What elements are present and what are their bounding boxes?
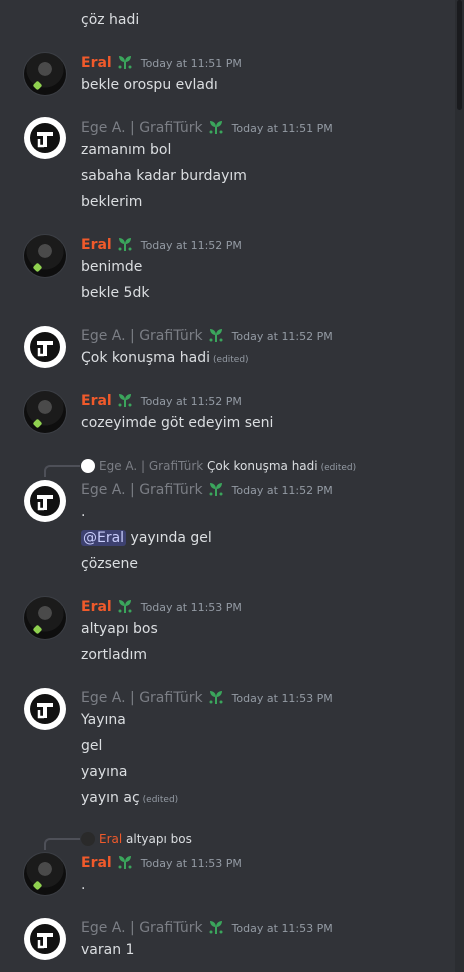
- grafiturk-logo-icon: [30, 332, 60, 362]
- username-ege[interactable]: Ege A. | GrafiTürk: [81, 120, 203, 136]
- grafiturk-logo-icon: [30, 694, 60, 724]
- timestamp: Today at 11:52 PM: [231, 330, 333, 343]
- grafiturk-logo-icon: [30, 924, 60, 954]
- avatar-ege[interactable]: [24, 480, 66, 522]
- edited-label: (edited): [213, 355, 249, 365]
- message-text: bekle orospu evladı: [81, 77, 218, 93]
- sprout-badge-icon[interactable]: [207, 919, 225, 935]
- username-eral[interactable]: Eral: [81, 855, 112, 871]
- timestamp: Today at 11:53 PM: [231, 922, 333, 935]
- timestamp: Today at 11:53 PM: [140, 601, 242, 614]
- sprout-badge-icon[interactable]: [207, 119, 225, 135]
- message-text: Yayına: [81, 712, 126, 728]
- avatar-ege[interactable]: [24, 117, 66, 159]
- message-text: yayında gel: [126, 530, 212, 546]
- message-text: cozeyimde göt edeyim seni: [81, 415, 274, 431]
- sprout-badge-icon[interactable]: [207, 327, 225, 343]
- message-text: çöz hadi: [81, 12, 140, 28]
- timestamp: Today at 11:52 PM: [140, 395, 242, 408]
- reply-connector: [44, 838, 80, 850]
- username-eral[interactable]: Eral: [81, 599, 112, 615]
- reply-username[interactable]: Ege A. | GrafiTürk: [99, 459, 203, 473]
- message-text: .: [81, 504, 86, 520]
- message-text: Çok konuşma hadi: [81, 350, 211, 366]
- chat-messages: çöz hadi Eral Today at 11:51 PM bekle oro…: [0, 0, 464, 972]
- message-text: benimde: [81, 259, 143, 275]
- message-header: Eral Today at 11:53 PM: [81, 854, 242, 873]
- message-line: yayın aç (edited): [81, 789, 178, 809]
- reply-text[interactable]: Çok konuşma hadi: [207, 459, 318, 473]
- avatar-eral[interactable]: [24, 53, 66, 95]
- reply-preview[interactable]: Eral altyapı bos: [81, 831, 192, 847]
- grafiturk-logo-icon: [30, 123, 60, 153]
- timestamp: Today at 11:51 PM: [140, 57, 242, 70]
- reply-text[interactable]: altyapı bos: [126, 832, 192, 846]
- edited-label: (edited): [142, 795, 179, 805]
- reply-avatar: [81, 832, 95, 846]
- avatar-ege[interactable]: [24, 918, 66, 960]
- reply-preview[interactable]: Ege A. | GrafiTürk Çok konuşma hadi (edit…: [81, 458, 356, 476]
- sprout-badge-icon[interactable]: [116, 598, 134, 614]
- avatar-eral[interactable]: [24, 391, 66, 433]
- avatar-ege[interactable]: [24, 688, 66, 730]
- grafiturk-logo-icon: [30, 486, 60, 516]
- message-line: @Eral yayında gel: [81, 529, 212, 547]
- username-eral[interactable]: Eral: [81, 237, 112, 253]
- message-header: Eral Today at 11:52 PM: [81, 236, 242, 255]
- message-text: zamanım bol: [81, 142, 172, 158]
- timestamp: Today at 11:53 PM: [140, 857, 242, 870]
- username-ege[interactable]: Ege A. | GrafiTürk: [81, 482, 203, 498]
- sprout-badge-icon[interactable]: [116, 236, 134, 252]
- message-header: Ege A. | GrafiTürk Today at 11:53 PM: [81, 689, 333, 708]
- reply-username[interactable]: Eral: [99, 832, 122, 846]
- sprout-badge-icon[interactable]: [116, 54, 134, 70]
- message-header: Ege A. | GrafiTürk Today at 11:52 PM: [81, 327, 333, 346]
- avatar-ege[interactable]: [24, 326, 66, 368]
- message-line: Çok konuşma hadi (edited): [81, 349, 249, 369]
- message-header: Ege A. | GrafiTürk Today at 11:52 PM: [81, 481, 333, 500]
- reply-connector: [44, 465, 80, 477]
- username-ege[interactable]: Ege A. | GrafiTürk: [81, 328, 203, 344]
- message-text: sabaha kadar burdayım: [81, 168, 247, 184]
- message-header: Eral Today at 11:53 PM: [81, 598, 242, 617]
- sprout-badge-icon[interactable]: [207, 481, 225, 497]
- message-text: altyapı bos: [81, 621, 158, 637]
- timestamp: Today at 11:52 PM: [231, 484, 333, 497]
- username-eral[interactable]: Eral: [81, 55, 112, 71]
- timestamp: Today at 11:53 PM: [231, 692, 333, 705]
- sprout-badge-icon[interactable]: [207, 689, 225, 705]
- message-text: yayın aç: [81, 790, 140, 806]
- edited-label: (edited): [320, 463, 357, 473]
- message-header: Eral Today at 11:52 PM: [81, 392, 242, 411]
- scrollbar-thumb[interactable]: [457, 0, 462, 110]
- user-mention[interactable]: @Eral: [81, 530, 127, 546]
- message-text: yayına: [81, 764, 128, 780]
- scrollbar-track[interactable]: [455, 0, 464, 972]
- message-text: beklerim: [81, 194, 143, 210]
- sprout-badge-icon[interactable]: [116, 854, 134, 870]
- timestamp: Today at 11:52 PM: [140, 239, 242, 252]
- message-header: Ege A. | GrafiTürk Today at 11:51 PM: [81, 119, 333, 138]
- reply-avatar: [81, 459, 95, 473]
- username-ege[interactable]: Ege A. | GrafiTürk: [81, 690, 203, 706]
- username-eral[interactable]: Eral: [81, 393, 112, 409]
- avatar-eral[interactable]: [24, 235, 66, 277]
- sprout-badge-icon[interactable]: [116, 392, 134, 408]
- message-text: çözsene: [81, 556, 139, 572]
- message-text: varan 1: [81, 942, 135, 958]
- timestamp: Today at 11:51 PM: [231, 122, 333, 135]
- avatar-eral[interactable]: [24, 853, 66, 895]
- avatar-eral[interactable]: [24, 597, 66, 639]
- message-header: Ege A. | GrafiTürk Today at 11:53 PM: [81, 919, 333, 938]
- message-text: .: [81, 877, 86, 893]
- username-ege[interactable]: Ege A. | GrafiTürk: [81, 920, 203, 936]
- message-text: zortladım: [81, 647, 148, 663]
- message-header: Eral Today at 11:51 PM: [81, 54, 242, 73]
- message-text: gel: [81, 738, 103, 754]
- message-text: bekle 5dk: [81, 285, 150, 301]
